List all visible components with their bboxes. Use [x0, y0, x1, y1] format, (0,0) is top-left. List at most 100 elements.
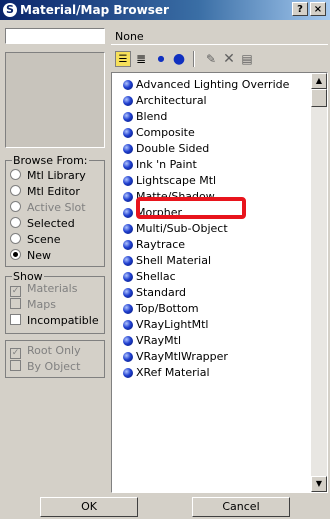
help-button[interactable]: ? — [292, 2, 308, 16]
checkbox-box: ✓ — [10, 286, 21, 297]
list-item-label: Multi/Sub-Object — [136, 222, 228, 235]
list-item[interactable]: Composite — [112, 125, 312, 141]
delete-icon[interactable]: ✕ — [221, 51, 237, 67]
list-item[interactable]: Top/Bottom — [112, 301, 312, 317]
list-item[interactable]: XRef Material — [112, 365, 312, 381]
list-item-label: Morpher — [136, 206, 182, 219]
list-item[interactable]: Blend — [112, 109, 312, 125]
title-bar[interactable]: S Material/Map Browser ? × — [0, 0, 330, 20]
material-sphere-icon — [123, 80, 133, 90]
name-field[interactable] — [5, 28, 105, 44]
list-item[interactable]: Shellac — [112, 269, 312, 285]
checkbox-root-only: ✓ Root Only — [10, 344, 81, 359]
toolbar-separator — [193, 51, 195, 67]
material-sphere-icon — [123, 352, 133, 362]
window-title: Material/Map Browser — [20, 3, 169, 17]
list-item-label: Standard — [136, 286, 187, 299]
radio-label: Scene — [27, 233, 61, 246]
list-item[interactable]: Multi/Sub-Object — [112, 221, 312, 237]
material-list-items: Advanced Lighting Override Architectural B… — [112, 77, 312, 381]
checkbox-label: Incompatible — [27, 314, 99, 327]
radio-scene[interactable]: Scene — [10, 233, 61, 247]
list-item-label: Architectural — [136, 94, 207, 107]
material-map-browser-window: S Material/Map Browser ? × Browse From: … — [0, 0, 330, 519]
list-item[interactable]: Double Sided — [112, 141, 312, 157]
list-item-label: XRef Material — [136, 366, 210, 379]
list-item[interactable]: Lightscape Mtl — [112, 173, 312, 189]
material-list[interactable]: Advanced Lighting Override Architectural B… — [111, 72, 328, 493]
checkbox-box: ✓ — [10, 348, 21, 359]
browse-from-label: Browse From: — [12, 154, 89, 167]
radio-label: New — [27, 249, 51, 262]
scroll-thumb[interactable] — [311, 89, 327, 107]
list-item-label: Lightscape Mtl — [136, 174, 217, 187]
material-sphere-icon — [123, 336, 133, 346]
scroll-down-arrow-icon[interactable]: ▼ — [311, 476, 327, 492]
browse-from-group: Browse From: Mtl Library Mtl Editor Acti… — [5, 154, 105, 267]
view-list-icons-icon[interactable]: ☰ — [115, 51, 131, 67]
material-sphere-icon — [123, 192, 133, 202]
list-item-label: VRayMtl — [136, 334, 182, 347]
radio-circle — [10, 185, 21, 196]
material-sphere-icon — [123, 160, 133, 170]
material-sphere-icon — [123, 272, 133, 282]
list-item[interactable]: VRayMtlWrapper — [112, 349, 312, 365]
material-sphere-icon — [123, 112, 133, 122]
material-sphere-icon — [123, 128, 133, 138]
radio-selected[interactable]: Selected — [10, 217, 75, 231]
list-item[interactable]: Standard — [112, 285, 312, 301]
radio-new[interactable]: New — [10, 249, 51, 263]
material-sphere-icon — [123, 96, 133, 106]
radio-circle — [10, 233, 21, 244]
radio-label: Active Slot — [27, 201, 86, 214]
view-small-icons-icon[interactable]: ● — [153, 51, 169, 67]
list-item[interactable]: Morpher — [112, 205, 312, 221]
material-sphere-icon — [123, 208, 133, 218]
update-scene-materials-icon[interactable]: ✎ — [203, 51, 219, 67]
vertical-scrollbar[interactable]: ▲ ▼ — [311, 73, 327, 492]
checkbox-incompatible[interactable]: Incompatible — [10, 314, 99, 328]
view-list-icon[interactable]: ≣ — [133, 51, 149, 67]
material-sphere-icon — [123, 288, 133, 298]
list-item[interactable]: VRayMtl — [112, 333, 312, 349]
list-item-label: Top/Bottom — [136, 302, 199, 315]
checkbox-label: By Object — [27, 360, 81, 373]
material-sphere-icon — [123, 144, 133, 154]
checkbox-materials: ✓ Materials — [10, 282, 77, 297]
list-item[interactable]: Shell Material — [112, 253, 312, 269]
list-item-label: Composite — [136, 126, 195, 139]
checkbox-box — [10, 298, 21, 309]
material-sphere-icon — [123, 304, 133, 314]
radio-label: Mtl Editor — [27, 185, 80, 198]
list-item-label: Shell Material — [136, 254, 212, 267]
material-sphere-icon — [123, 256, 133, 266]
list-item[interactable]: Architectural — [112, 93, 312, 109]
checkbox-by-object: By Object — [10, 360, 80, 374]
material-sphere-icon — [123, 176, 133, 186]
view-toolbar: ☰ ≣ ● ● ✎ ✕ ▤ — [111, 49, 328, 69]
radio-mtl-editor[interactable]: Mtl Editor — [10, 185, 80, 199]
material-sphere-icon — [123, 224, 133, 234]
ok-button[interactable]: OK — [40, 497, 138, 517]
list-item-label: Advanced Lighting Override — [136, 78, 290, 91]
checkbox-maps: Maps — [10, 298, 56, 312]
material-sphere-icon — [123, 368, 133, 378]
radio-circle — [10, 169, 21, 180]
radio-circle — [10, 249, 21, 260]
list-item[interactable]: Advanced Lighting Override — [112, 77, 312, 93]
close-button[interactable]: × — [310, 2, 326, 16]
material-sphere-icon — [123, 320, 133, 330]
scroll-up-arrow-icon[interactable]: ▲ — [311, 73, 327, 89]
list-item-label: Shellac — [136, 270, 176, 283]
clear-library-icon[interactable]: ▤ — [239, 51, 255, 67]
list-item[interactable]: Matte/Shadow — [112, 189, 312, 205]
radio-mtl-library[interactable]: Mtl Library — [10, 169, 86, 183]
checkbox-box — [10, 360, 21, 371]
list-item-label: Ink 'n Paint — [136, 158, 197, 171]
cancel-button[interactable]: Cancel — [192, 497, 290, 517]
list-item[interactable]: VRayLightMtl — [112, 317, 312, 333]
list-item[interactable]: Raytrace — [112, 237, 312, 253]
list-item[interactable]: Ink 'n Paint — [112, 157, 312, 173]
view-large-icons-icon[interactable]: ● — [171, 51, 187, 67]
show-group: Show ✓ Materials Maps Incompatible — [5, 270, 105, 334]
